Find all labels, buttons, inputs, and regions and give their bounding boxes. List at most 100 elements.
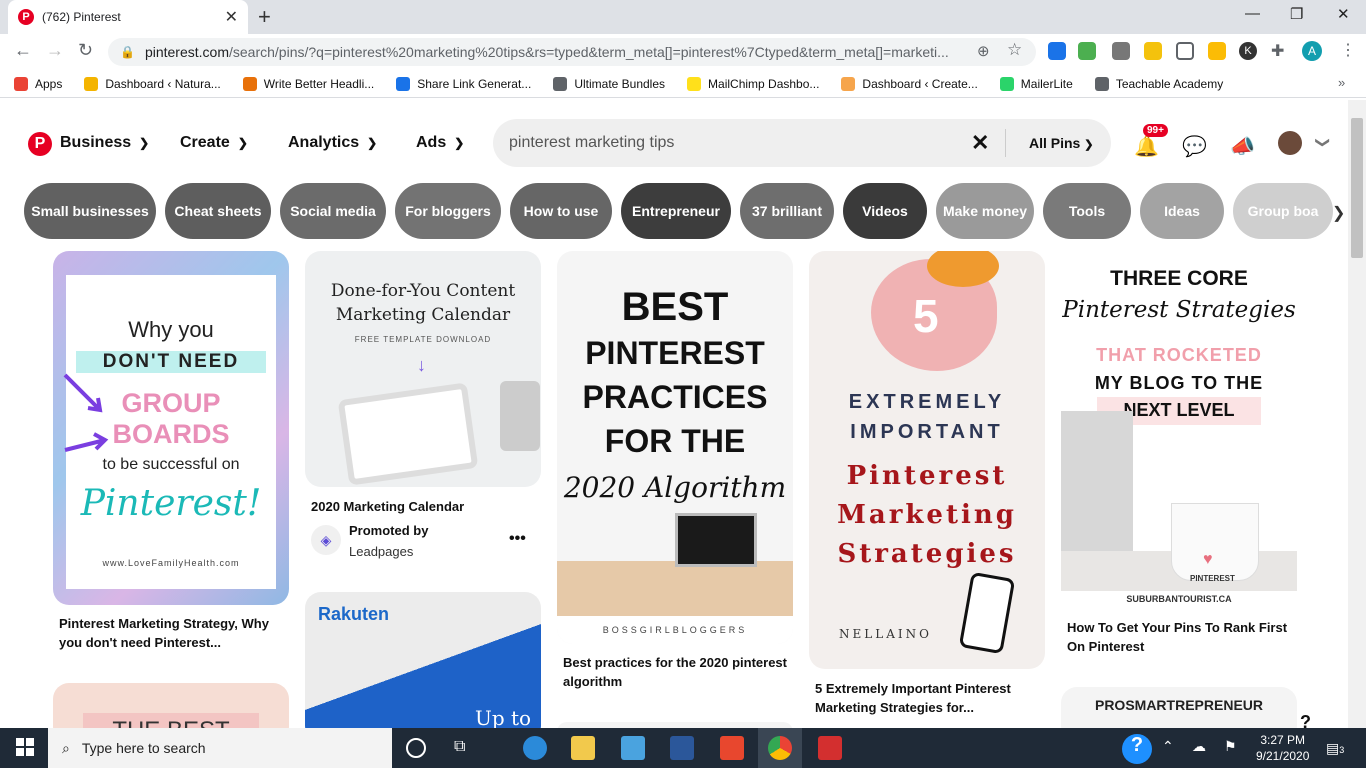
guide-chip[interactable]: Videos <box>843 183 927 239</box>
bookmark-item[interactable]: Dashboard ‹ Create... <box>841 77 978 91</box>
pin-title[interactable]: 2020 Marketing Calendar <box>311 497 464 516</box>
tray-expand-icon[interactable]: ⌃ <box>1162 738 1174 755</box>
pin-title[interactable]: Best practices for the 2020 pinterest al… <box>563 653 788 691</box>
extensions-puzzle-icon[interactable]: ✚ <box>1271 41 1284 61</box>
laptop-image <box>675 513 757 567</box>
chevron-right-icon[interactable]: ❯ <box>1332 203 1345 223</box>
guide-chip[interactable]: 37 brilliant <box>740 183 834 239</box>
network-icon[interactable]: ⚑ <box>1224 738 1237 755</box>
advertiser-name[interactable]: Leadpages <box>349 544 413 559</box>
minimize-icon[interactable]: — <box>1245 5 1260 22</box>
account-chevron-icon[interactable]: ❯ <box>1314 137 1331 149</box>
pin-card[interactable]: 5 EXTREMELY IMPORTANT Pinterest Marketin… <box>809 251 1045 669</box>
help-tray-icon[interactable]: ? <box>1122 734 1152 764</box>
guide-chip[interactable]: Social media <box>280 183 386 239</box>
guide-chip[interactable]: Cheat sheets <box>165 183 271 239</box>
extension-icon[interactable] <box>1112 42 1130 60</box>
pin-card[interactable]: Rakuten Up to <box>305 592 541 742</box>
bookmark-favicon-icon <box>553 77 568 91</box>
browser-tab[interactable]: P (762) Pinterest ✕ <box>8 0 248 34</box>
acrobat-icon[interactable] <box>818 736 842 760</box>
pin-text: Rakuten <box>318 604 390 624</box>
pin-card[interactable]: Done-for-You Content Marketing Calendar F… <box>305 251 541 487</box>
onedrive-icon[interactable]: ☁ <box>1192 738 1206 755</box>
bookmark-item[interactable]: Ultimate Bundles <box>553 77 665 91</box>
search-bar[interactable]: pinterest marketing tips ✕ All Pins ❯ <box>493 119 1111 167</box>
mail-icon[interactable] <box>621 736 645 760</box>
back-icon[interactable]: ← <box>14 40 32 61</box>
clock[interactable]: 3:27 PM 9/21/2020 <box>1256 732 1309 764</box>
chrome-menu-icon[interactable]: ⋮ <box>1340 40 1356 60</box>
bookmark-star-icon[interactable]: ☆ <box>1007 40 1022 60</box>
guide-chip[interactable]: How to use <box>510 183 612 239</box>
extension-icon[interactable] <box>1048 42 1066 60</box>
scope-dropdown[interactable]: All Pins ❯ <box>1029 135 1093 151</box>
guide-chip[interactable]: Make money <box>936 183 1034 239</box>
menu-analytics[interactable]: Analytics ❯ <box>288 134 377 152</box>
windows-start-icon[interactable] <box>16 738 34 756</box>
extension-icon[interactable] <box>1144 42 1162 60</box>
close-window-icon[interactable]: ✕ <box>1337 5 1350 23</box>
restore-icon[interactable]: ❐ <box>1290 5 1303 23</box>
more-bookmarks-icon[interactable]: » <box>1338 75 1345 90</box>
pin-text: 2020 Algorithm <box>563 471 787 504</box>
guide-chip[interactable]: Tools <box>1043 183 1131 239</box>
taskbar-search[interactable]: ⌕ Type here to search <box>48 728 392 768</box>
bookmark-item[interactable]: Dashboard ‹ Natura... <box>84 77 221 91</box>
cortana-icon[interactable] <box>406 738 426 758</box>
notifications-bell-icon[interactable]: 🔔 <box>1134 134 1159 159</box>
menu-create[interactable]: Create ❯ <box>180 134 248 152</box>
pin-title[interactable]: How To Get Your Pins To Rank First On Pi… <box>1067 618 1292 656</box>
more-options-icon[interactable]: ••• <box>509 530 526 548</box>
pin-title[interactable]: Pinterest Marketing Strategy, Why you do… <box>59 614 284 652</box>
guide-chip[interactable]: Group boa <box>1233 183 1333 239</box>
pin-title[interactable]: 5 Extremely Important Pinterest Marketin… <box>815 679 1040 717</box>
guide-chip[interactable]: Ideas <box>1140 183 1224 239</box>
reload-icon[interactable]: ↻ <box>78 40 93 61</box>
extension-k-icon[interactable]: K <box>1239 42 1257 60</box>
guide-chip[interactable]: Small businesses <box>24 183 156 239</box>
bookmark-item[interactable]: MailerLite <box>999 77 1073 91</box>
profile-avatar-icon[interactable]: A <box>1302 41 1322 61</box>
add-icon[interactable]: ⊕ <box>977 42 990 60</box>
messages-icon[interactable]: 💬 <box>1182 134 1207 159</box>
pin-card[interactable]: Why you DON'T NEED GROUP BOARDS to be su… <box>53 251 289 605</box>
pin-card[interactable]: THREE CORE Pinterest Strategies THAT ROC… <box>1061 251 1297 608</box>
new-tab-icon[interactable]: + <box>258 4 271 30</box>
file-explorer-icon[interactable] <box>571 736 595 760</box>
pinterest-logo-icon[interactable]: P <box>28 132 52 156</box>
word-icon[interactable] <box>670 736 694 760</box>
bookmark-label: MailerLite <box>1020 77 1073 91</box>
scrollbar-thumb[interactable] <box>1351 118 1363 258</box>
bookmark-item[interactable]: Write Better Headli... <box>242 77 374 91</box>
pin-card[interactable]: BEST PINTEREST PRACTICES FOR THE 2020 Al… <box>557 251 793 644</box>
wps-icon[interactable] <box>720 736 744 760</box>
bookmark-item[interactable]: Apps <box>14 77 62 91</box>
guide-chip[interactable]: Entrepreneur <box>621 183 731 239</box>
bookmark-item[interactable]: Share Link Generat... <box>396 77 531 91</box>
desk-image <box>557 561 793 616</box>
edge-icon[interactable] <box>523 736 547 760</box>
extension-icon[interactable] <box>1078 42 1096 60</box>
address-bar[interactable]: 🔒 pinterest.com/search/pins/?q=pinterest… <box>108 38 1036 66</box>
menu-ads[interactable]: Ads ❯ <box>416 134 464 152</box>
close-tab-icon[interactable]: ✕ <box>225 7 238 27</box>
bookmark-item[interactable]: Teachable Academy <box>1094 77 1223 91</box>
avatar[interactable] <box>1278 131 1302 155</box>
chrome-icon[interactable] <box>768 736 792 760</box>
extension-icon[interactable] <box>1208 42 1226 60</box>
forward-icon[interactable]: → <box>46 40 64 61</box>
task-view-icon[interactable]: ⧉ <box>454 738 465 756</box>
bookmark-item[interactable]: MailChimp Dashbo... <box>687 77 819 91</box>
notification-center-icon[interactable]: ▤3 <box>1326 740 1344 757</box>
divider <box>1005 129 1006 157</box>
pocket-icon[interactable] <box>1176 42 1194 60</box>
menu-business[interactable]: Business ❯ <box>60 134 149 152</box>
search-input[interactable]: pinterest marketing tips <box>509 134 674 152</box>
pin-source: SUBURBANTOURIST.CA <box>1061 594 1297 604</box>
clear-search-icon[interactable]: ✕ <box>971 130 989 156</box>
advertiser-logo-icon[interactable]: ◈ <box>311 525 341 555</box>
guide-chip[interactable]: For bloggers <box>395 183 501 239</box>
pin-text: Pinterest! <box>80 483 262 524</box>
megaphone-icon[interactable]: 📣 <box>1230 134 1255 159</box>
